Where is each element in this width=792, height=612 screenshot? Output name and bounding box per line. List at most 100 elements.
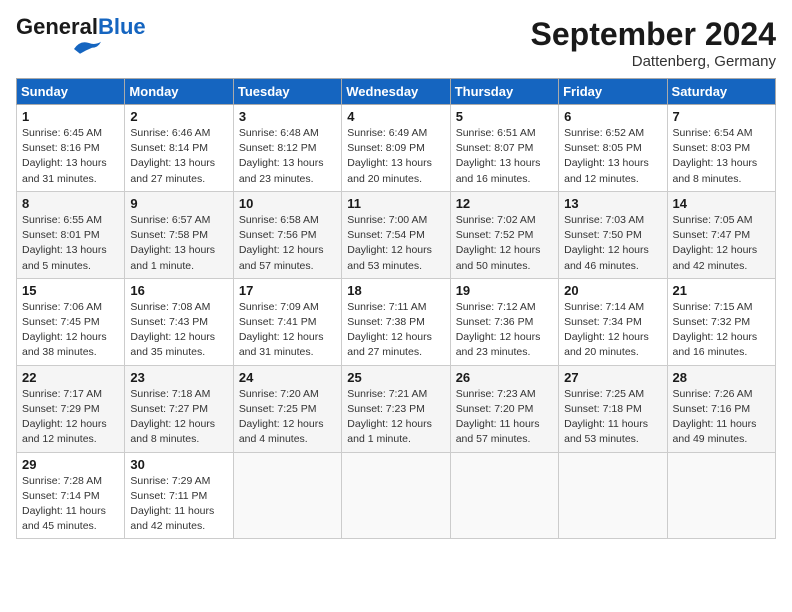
- calendar-cell: 13 Sunrise: 7:03 AMSunset: 7:50 PMDaylig…: [559, 191, 667, 278]
- day-info: Sunrise: 7:14 AMSunset: 7:34 PMDaylight:…: [564, 301, 649, 359]
- calendar-cell: 7 Sunrise: 6:54 AMSunset: 8:03 PMDayligh…: [667, 105, 775, 192]
- logo-bird-icon: [68, 34, 104, 58]
- day-number: 29: [22, 457, 119, 472]
- calendar-cell: 28 Sunrise: 7:26 AMSunset: 7:16 PMDaylig…: [667, 365, 775, 452]
- day-info: Sunrise: 7:29 AMSunset: 7:11 PMDaylight:…: [130, 475, 214, 533]
- day-number: 19: [456, 283, 553, 298]
- calendar-cell: 23 Sunrise: 7:18 AMSunset: 7:27 PMDaylig…: [125, 365, 233, 452]
- calendar-cell: [342, 452, 450, 539]
- calendar-cell: [450, 452, 558, 539]
- day-info: Sunrise: 7:03 AMSunset: 7:50 PMDaylight:…: [564, 214, 649, 272]
- calendar-cell: 22 Sunrise: 7:17 AMSunset: 7:29 PMDaylig…: [17, 365, 125, 452]
- day-number: 13: [564, 196, 661, 211]
- day-number: 18: [347, 283, 444, 298]
- day-number: 6: [564, 109, 661, 124]
- day-info: Sunrise: 6:49 AMSunset: 8:09 PMDaylight:…: [347, 127, 432, 185]
- calendar-cell: 5 Sunrise: 6:51 AMSunset: 8:07 PMDayligh…: [450, 105, 558, 192]
- day-info: Sunrise: 6:48 AMSunset: 8:12 PMDaylight:…: [239, 127, 324, 185]
- day-number: 22: [22, 370, 119, 385]
- page-header: GeneralBlue September 2024 Dattenberg, G…: [16, 16, 776, 70]
- calendar-cell: 1 Sunrise: 6:45 AMSunset: 8:16 PMDayligh…: [17, 105, 125, 192]
- calendar-cell: [559, 452, 667, 539]
- day-number: 30: [130, 457, 227, 472]
- day-info: Sunrise: 7:17 AMSunset: 7:29 PMDaylight:…: [22, 388, 107, 446]
- day-number: 26: [456, 370, 553, 385]
- col-header-wednesday: Wednesday: [342, 79, 450, 105]
- day-info: Sunrise: 7:05 AMSunset: 7:47 PMDaylight:…: [673, 214, 758, 272]
- calendar-cell: 11 Sunrise: 7:00 AMSunset: 7:54 PMDaylig…: [342, 191, 450, 278]
- calendar-header-row: SundayMondayTuesdayWednesdayThursdayFrid…: [17, 79, 776, 105]
- day-info: Sunrise: 6:57 AMSunset: 7:58 PMDaylight:…: [130, 214, 215, 272]
- calendar-cell: 6 Sunrise: 6:52 AMSunset: 8:05 PMDayligh…: [559, 105, 667, 192]
- day-info: Sunrise: 7:08 AMSunset: 7:43 PMDaylight:…: [130, 301, 215, 359]
- day-number: 15: [22, 283, 119, 298]
- day-info: Sunrise: 7:26 AMSunset: 7:16 PMDaylight:…: [673, 388, 757, 446]
- calendar-cell: [667, 452, 775, 539]
- calendar-week-row: 8 Sunrise: 6:55 AMSunset: 8:01 PMDayligh…: [17, 191, 776, 278]
- month-title: September 2024: [531, 16, 776, 53]
- calendar-cell: 18 Sunrise: 7:11 AMSunset: 7:38 PMDaylig…: [342, 278, 450, 365]
- calendar-cell: 16 Sunrise: 7:08 AMSunset: 7:43 PMDaylig…: [125, 278, 233, 365]
- day-number: 1: [22, 109, 119, 124]
- day-info: Sunrise: 7:06 AMSunset: 7:45 PMDaylight:…: [22, 301, 107, 359]
- day-info: Sunrise: 7:18 AMSunset: 7:27 PMDaylight:…: [130, 388, 215, 446]
- calendar-cell: 4 Sunrise: 6:49 AMSunset: 8:09 PMDayligh…: [342, 105, 450, 192]
- day-info: Sunrise: 6:45 AMSunset: 8:16 PMDaylight:…: [22, 127, 107, 185]
- day-info: Sunrise: 6:52 AMSunset: 8:05 PMDaylight:…: [564, 127, 649, 185]
- col-header-monday: Monday: [125, 79, 233, 105]
- calendar-table: SundayMondayTuesdayWednesdayThursdayFrid…: [16, 78, 776, 539]
- calendar-week-row: 29 Sunrise: 7:28 AMSunset: 7:14 PMDaylig…: [17, 452, 776, 539]
- day-info: Sunrise: 7:25 AMSunset: 7:18 PMDaylight:…: [564, 388, 648, 446]
- title-block: September 2024 Dattenberg, Germany: [531, 16, 776, 70]
- calendar-cell: 17 Sunrise: 7:09 AMSunset: 7:41 PMDaylig…: [233, 278, 341, 365]
- calendar-cell: 14 Sunrise: 7:05 AMSunset: 7:47 PMDaylig…: [667, 191, 775, 278]
- day-number: 16: [130, 283, 227, 298]
- day-info: Sunrise: 7:02 AMSunset: 7:52 PMDaylight:…: [456, 214, 541, 272]
- day-number: 14: [673, 196, 770, 211]
- calendar-week-row: 1 Sunrise: 6:45 AMSunset: 8:16 PMDayligh…: [17, 105, 776, 192]
- col-header-thursday: Thursday: [450, 79, 558, 105]
- calendar-cell: 10 Sunrise: 6:58 AMSunset: 7:56 PMDaylig…: [233, 191, 341, 278]
- calendar-cell: 3 Sunrise: 6:48 AMSunset: 8:12 PMDayligh…: [233, 105, 341, 192]
- logo: GeneralBlue: [16, 16, 146, 58]
- day-info: Sunrise: 6:46 AMSunset: 8:14 PMDaylight:…: [130, 127, 215, 185]
- calendar-cell: 26 Sunrise: 7:23 AMSunset: 7:20 PMDaylig…: [450, 365, 558, 452]
- day-info: Sunrise: 7:00 AMSunset: 7:54 PMDaylight:…: [347, 214, 432, 272]
- calendar-cell: 8 Sunrise: 6:55 AMSunset: 8:01 PMDayligh…: [17, 191, 125, 278]
- day-number: 8: [22, 196, 119, 211]
- day-number: 21: [673, 283, 770, 298]
- day-info: Sunrise: 7:15 AMSunset: 7:32 PMDaylight:…: [673, 301, 758, 359]
- day-number: 9: [130, 196, 227, 211]
- day-info: Sunrise: 7:09 AMSunset: 7:41 PMDaylight:…: [239, 301, 324, 359]
- calendar-week-row: 22 Sunrise: 7:17 AMSunset: 7:29 PMDaylig…: [17, 365, 776, 452]
- calendar-cell: 15 Sunrise: 7:06 AMSunset: 7:45 PMDaylig…: [17, 278, 125, 365]
- day-number: 17: [239, 283, 336, 298]
- day-number: 2: [130, 109, 227, 124]
- day-info: Sunrise: 7:12 AMSunset: 7:36 PMDaylight:…: [456, 301, 541, 359]
- calendar-cell: 21 Sunrise: 7:15 AMSunset: 7:32 PMDaylig…: [667, 278, 775, 365]
- calendar-cell: [233, 452, 341, 539]
- calendar-cell: 12 Sunrise: 7:02 AMSunset: 7:52 PMDaylig…: [450, 191, 558, 278]
- day-number: 7: [673, 109, 770, 124]
- day-number: 5: [456, 109, 553, 124]
- calendar-cell: 20 Sunrise: 7:14 AMSunset: 7:34 PMDaylig…: [559, 278, 667, 365]
- day-number: 27: [564, 370, 661, 385]
- day-info: Sunrise: 6:55 AMSunset: 8:01 PMDaylight:…: [22, 214, 107, 272]
- calendar-cell: 9 Sunrise: 6:57 AMSunset: 7:58 PMDayligh…: [125, 191, 233, 278]
- calendar-cell: 27 Sunrise: 7:25 AMSunset: 7:18 PMDaylig…: [559, 365, 667, 452]
- calendar-cell: 29 Sunrise: 7:28 AMSunset: 7:14 PMDaylig…: [17, 452, 125, 539]
- col-header-sunday: Sunday: [17, 79, 125, 105]
- day-info: Sunrise: 7:23 AMSunset: 7:20 PMDaylight:…: [456, 388, 540, 446]
- day-info: Sunrise: 7:21 AMSunset: 7:23 PMDaylight:…: [347, 388, 432, 446]
- day-number: 10: [239, 196, 336, 211]
- day-info: Sunrise: 7:20 AMSunset: 7:25 PMDaylight:…: [239, 388, 324, 446]
- day-info: Sunrise: 6:54 AMSunset: 8:03 PMDaylight:…: [673, 127, 758, 185]
- calendar-cell: 2 Sunrise: 6:46 AMSunset: 8:14 PMDayligh…: [125, 105, 233, 192]
- day-number: 23: [130, 370, 227, 385]
- day-info: Sunrise: 7:11 AMSunset: 7:38 PMDaylight:…: [347, 301, 432, 359]
- col-header-tuesday: Tuesday: [233, 79, 341, 105]
- day-number: 20: [564, 283, 661, 298]
- calendar-cell: 24 Sunrise: 7:20 AMSunset: 7:25 PMDaylig…: [233, 365, 341, 452]
- day-number: 28: [673, 370, 770, 385]
- day-info: Sunrise: 7:28 AMSunset: 7:14 PMDaylight:…: [22, 475, 106, 533]
